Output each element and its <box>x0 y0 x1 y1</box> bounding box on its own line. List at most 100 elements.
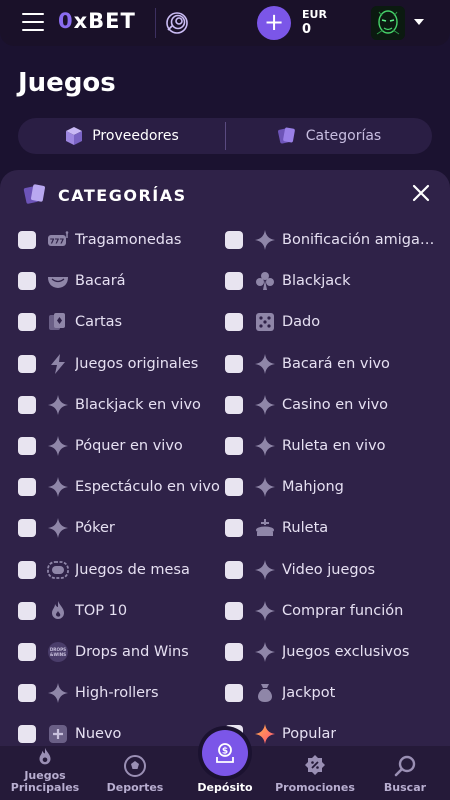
category-option[interactable]: Blackjack en vivo <box>18 389 223 421</box>
category-option[interactable]: Ruleta en vivo <box>225 430 435 462</box>
category-label: Dado <box>282 314 321 331</box>
category-label: Mahjong <box>282 479 344 496</box>
category-option[interactable]: Póquer en vivo <box>18 430 223 462</box>
category-option[interactable]: Dado <box>225 306 435 338</box>
sparkle-icon <box>254 353 276 375</box>
category-checkbox[interactable] <box>225 437 243 455</box>
category-option[interactable]: Ruleta <box>225 512 435 544</box>
spiral-icon[interactable] <box>164 10 190 36</box>
baccarat-icon <box>47 270 69 292</box>
nav-promotions[interactable]: Promociones <box>270 746 360 800</box>
add-funds-button[interactable]: + <box>257 6 291 40</box>
category-checkbox[interactable] <box>18 354 36 373</box>
category-option[interactable]: Jackpot <box>225 677 435 709</box>
nav-label: Promociones <box>275 781 355 794</box>
tab-categories[interactable]: Categorías <box>225 118 432 154</box>
sparkle-color-icon <box>254 723 276 745</box>
category-checkbox[interactable] <box>18 519 36 538</box>
moneybag-icon <box>254 682 276 704</box>
category-option[interactable]: Bacará en vivo <box>225 348 435 380</box>
category-option[interactable]: Blackjack <box>225 265 435 297</box>
category-checkbox[interactable] <box>18 272 36 291</box>
category-option[interactable]: Mahjong <box>225 471 435 503</box>
category-checkbox[interactable] <box>225 643 243 661</box>
dice-icon <box>254 311 276 333</box>
category-checkbox[interactable] <box>225 231 243 249</box>
category-label: Nuevo <box>75 726 122 743</box>
sparkle-icon <box>47 435 69 457</box>
category-option[interactable]: Cartas <box>18 306 223 338</box>
hamburger-menu-icon[interactable] <box>22 13 44 31</box>
brand-logo[interactable]: 0xBET <box>58 9 136 33</box>
category-option[interactable]: Bonificación amigable <box>225 224 435 256</box>
category-label: Bonificación amigable <box>282 232 435 248</box>
category-label: Video juegos <box>282 561 376 578</box>
deposit-button[interactable]: $ <box>202 730 248 776</box>
category-checkbox[interactable] <box>225 684 243 703</box>
category-checkbox[interactable] <box>18 437 36 455</box>
category-checkbox[interactable] <box>225 519 243 538</box>
close-icon[interactable] <box>412 184 430 202</box>
category-option[interactable]: Juegos de mesa <box>18 554 223 586</box>
tab-providers[interactable]: Proveedores <box>18 118 225 154</box>
bolt-icon <box>47 353 69 375</box>
category-label: Póquer en vivo <box>75 438 183 454</box>
deposit-icon: $ <box>216 743 234 763</box>
sparkle-icon <box>254 600 276 622</box>
fire-icon <box>47 600 69 622</box>
category-option[interactable]: Casino en vivo <box>225 389 435 421</box>
category-checkbox[interactable] <box>225 395 243 414</box>
category-checkbox[interactable] <box>225 272 243 291</box>
category-option[interactable]: Juegos exclusivos <box>225 636 435 668</box>
category-checkbox[interactable] <box>18 725 36 744</box>
category-label: Comprar función <box>282 602 404 619</box>
category-checkbox[interactable] <box>225 354 243 373</box>
category-option[interactable]: Video juegos <box>225 554 435 586</box>
category-label: Drops and Wins <box>75 644 189 660</box>
category-checkbox[interactable] <box>18 684 36 703</box>
account-dropdown-icon[interactable] <box>414 19 424 25</box>
category-checkbox[interactable] <box>18 601 36 620</box>
category-label: Juegos originales <box>75 355 199 372</box>
category-checkbox[interactable] <box>225 601 243 620</box>
category-option[interactable]: High-rollers <box>18 677 223 709</box>
page-title: Juegos <box>18 68 116 98</box>
panel-title: CATEGORÍAS <box>58 185 187 205</box>
nav-label: Depósito <box>197 781 253 794</box>
category-checkbox[interactable] <box>18 560 36 579</box>
category-checkbox[interactable] <box>225 313 243 332</box>
category-checkbox[interactable] <box>18 643 36 661</box>
category-option[interactable]: Bacará <box>18 265 223 297</box>
sparkle-icon <box>254 435 276 457</box>
category-option[interactable]: 777 Tragamonedas <box>18 224 223 256</box>
club-icon <box>254 270 276 292</box>
category-label: Bacará <box>75 273 126 290</box>
category-label: Cartas <box>75 314 123 331</box>
category-option[interactable]: Juegos originales <box>18 348 223 380</box>
balance-value: 0 <box>302 22 312 37</box>
nav-sports[interactable]: Deportes <box>90 746 180 800</box>
category-checkbox[interactable] <box>18 478 36 497</box>
nav-label: Buscar <box>383 781 427 794</box>
sparkle-icon <box>47 394 69 416</box>
category-option[interactable]: TOP 10 <box>18 595 223 627</box>
nav-search[interactable]: Buscar <box>360 746 450 800</box>
category-checkbox[interactable] <box>18 231 36 249</box>
nav-label: Juegos Principales <box>10 769 80 794</box>
cards-icon <box>47 311 69 333</box>
category-label: Espectáculo en vivo <box>75 479 220 496</box>
category-option[interactable]: Espectáculo en vivo <box>18 471 223 503</box>
nav-main-games[interactable]: Juegos Principales <box>0 746 90 800</box>
category-checkbox[interactable] <box>18 313 36 332</box>
table-icon <box>47 559 69 581</box>
category-checkbox[interactable] <box>225 560 243 579</box>
category-checkbox[interactable] <box>18 395 36 414</box>
avatar[interactable] <box>371 6 405 40</box>
category-option[interactable]: Póker <box>18 512 223 544</box>
category-option[interactable]: Comprar función <box>225 595 435 627</box>
sparkle-icon <box>47 682 69 704</box>
category-label: TOP 10 <box>75 602 128 619</box>
category-checkbox[interactable] <box>225 478 243 497</box>
category-option[interactable]: DROPS &WINS Drops and Wins <box>18 636 223 668</box>
sparkle-icon <box>254 641 276 663</box>
